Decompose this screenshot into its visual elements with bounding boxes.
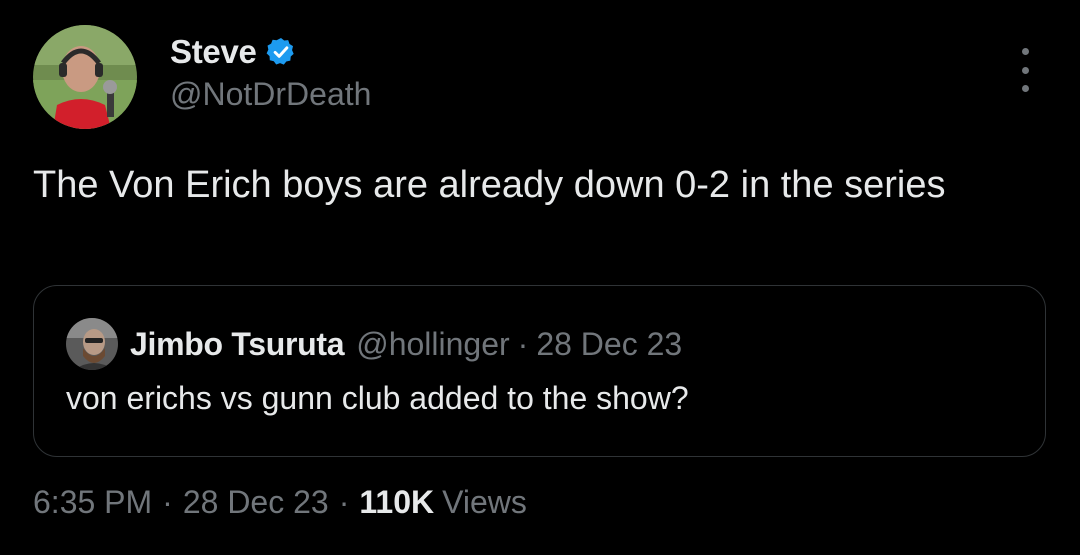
quoted-text: von erichs vs gunn club added to the sho… <box>66 380 689 416</box>
quoted-date[interactable]: 28 Dec 23 <box>536 326 682 363</box>
author-name-row: Steve <box>170 30 297 74</box>
author-avatar[interactable] <box>33 25 137 129</box>
quoted-handle[interactable]: @hollinger <box>356 326 509 363</box>
meta-separator: · <box>338 483 350 520</box>
quoted-author-avatar[interactable] <box>66 318 118 370</box>
quoted-display-name[interactable]: Jimbo Tsuruta <box>130 326 345 363</box>
tweet-meta: 6:35 PM · 28 Dec 23 · 110K Views <box>33 480 527 524</box>
more-dot <box>1021 48 1029 55</box>
more-dot <box>1021 85 1029 92</box>
quoted-header: Jimbo Tsuruta @hollinger · 28 Dec 23 <box>130 322 682 366</box>
tweet-time[interactable]: 6:35 PM <box>33 484 152 521</box>
more-options-icon[interactable] <box>1010 48 1040 92</box>
verified-badge-icon <box>265 36 297 68</box>
author-display-name[interactable]: Steve <box>170 33 257 71</box>
views-label: Views <box>442 483 527 520</box>
quoted-tweet[interactable]: Jimbo Tsuruta @hollinger · 28 Dec 23 von… <box>33 285 1046 457</box>
tweet-date[interactable]: 28 Dec 23 <box>183 484 329 521</box>
tweet-text: The Von Erich boys are already down 0-2 … <box>33 164 946 206</box>
quoted-separator: · <box>517 325 529 362</box>
more-dot <box>1021 66 1029 74</box>
tweet-card: Steve @NotDrDeath The Von Erich boys are… <box>0 0 1080 555</box>
meta-separator: · <box>162 483 173 520</box>
author-handle[interactable]: @NotDrDeath <box>170 76 371 113</box>
views-count: 110K <box>359 483 435 520</box>
